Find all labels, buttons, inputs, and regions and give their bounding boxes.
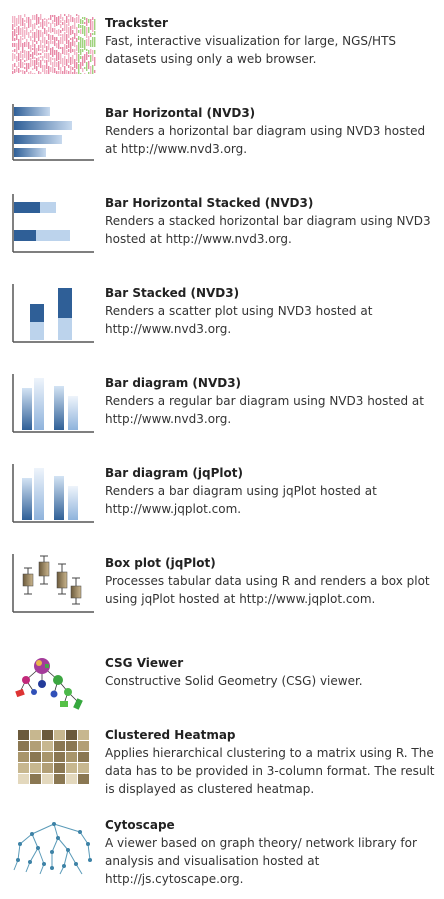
trackster-icon — [12, 14, 96, 74]
box-plot-icon — [12, 554, 96, 614]
bar-stacked-icon — [12, 284, 96, 344]
item-title: CSG Viewer — [105, 656, 184, 670]
item-description: Renders a regular bar diagram using NVD3… — [105, 394, 424, 426]
item-title: Clustered Heatmap — [105, 728, 236, 742]
item-description: Renders a bar diagram using jqPlot hoste… — [105, 484, 377, 516]
item-title: Bar diagram (jqPlot) — [105, 466, 243, 480]
csg-viewer-icon — [12, 654, 96, 714]
item-description: Fast, interactive visualization for larg… — [105, 34, 397, 66]
item-description: Processes tabular data using R and rende… — [105, 574, 430, 606]
item-title: Cytoscape — [105, 818, 175, 832]
item-description: Renders a scatter plot using NVD3 hosted… — [105, 304, 373, 336]
visualization-list: Trackster Fast, interactive visualizatio… — [0, 0, 444, 899]
item-title: Trackster — [105, 16, 168, 30]
cytoscape-network-icon — [12, 816, 96, 876]
item-title: Bar Horizontal (NVD3) — [105, 106, 256, 120]
item-description: Constructive Solid Geometry (CSG) viewer… — [105, 674, 363, 688]
item-title: Bar Stacked (NVD3) — [105, 286, 240, 300]
item-title: Bar diagram (NVD3) — [105, 376, 242, 390]
bar-diagram-icon — [12, 374, 96, 434]
bar-diagram-icon — [12, 464, 96, 524]
item-description: Applies hierarchical clustering to a mat… — [105, 746, 435, 796]
item-title: Bar Horizontal Stacked (NVD3) — [105, 196, 314, 210]
item-title: Box plot (jqPlot) — [105, 556, 216, 570]
bar-horizontal-icon — [12, 104, 96, 164]
item-description: Renders a stacked horizontal bar diagram… — [105, 214, 431, 246]
heatmap-icon — [12, 726, 96, 786]
item-description: Renders a horizontal bar diagram using N… — [105, 124, 426, 156]
bar-horizontal-stacked-icon — [12, 194, 96, 254]
item-description: A viewer based on graph theory/ network … — [105, 836, 417, 886]
